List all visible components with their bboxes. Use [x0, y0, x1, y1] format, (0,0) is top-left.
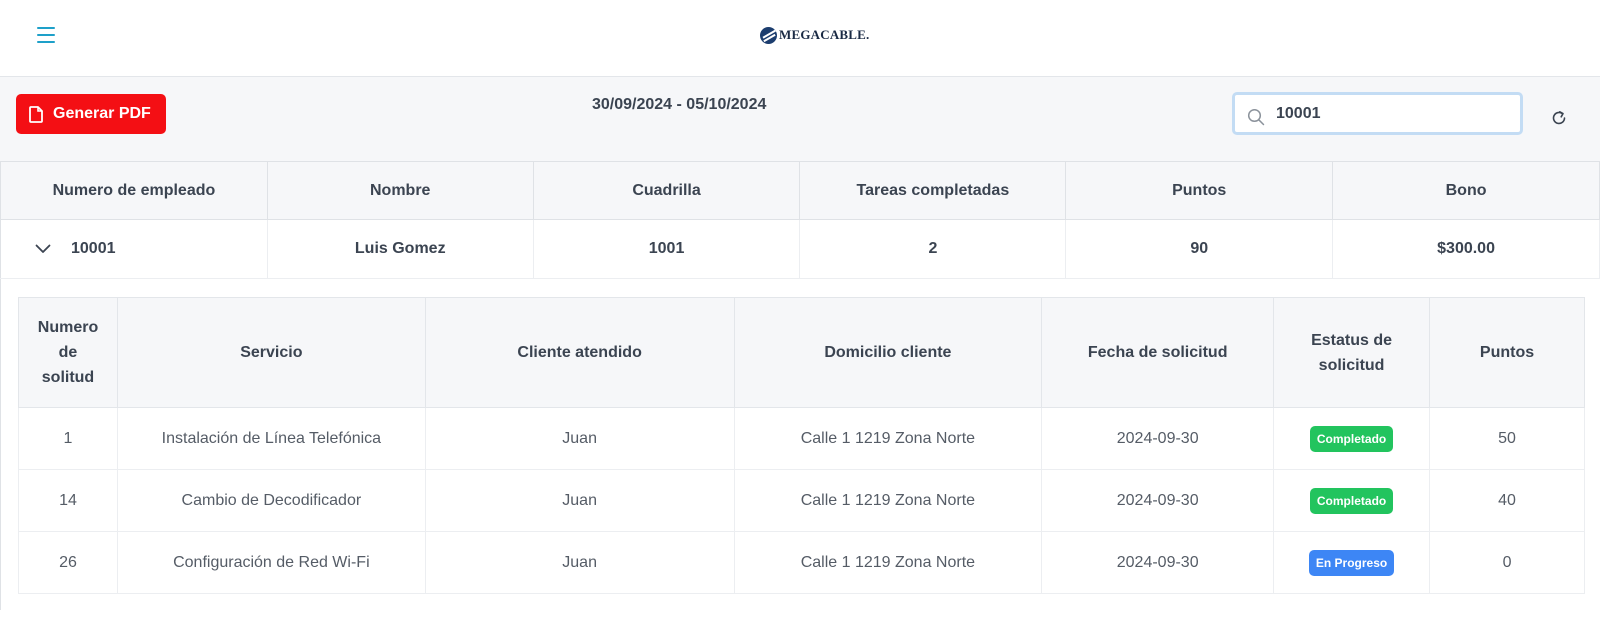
- column-header[interactable]: Fecha de solicitud: [1041, 297, 1275, 408]
- request-date: 2024-09-30: [1041, 407, 1275, 470]
- status-cell: Completado: [1273, 407, 1431, 470]
- crew-number: 1001: [533, 219, 801, 279]
- menu-line: [37, 27, 55, 30]
- hamburger-menu-icon[interactable]: [36, 25, 56, 45]
- requests-table: Numero de solitud Servicio Cliente atend…: [18, 297, 1585, 594]
- generate-pdf-label: Generar PDF: [53, 105, 151, 122]
- date-range: 30/09/2024 - 05/10/2024: [592, 96, 767, 113]
- employee-name: Luis Gomez: [267, 219, 534, 279]
- request-date: 2024-09-30: [1041, 531, 1275, 594]
- refresh-icon[interactable]: [1550, 109, 1568, 127]
- service: Cambio de Decodificador: [116, 469, 426, 532]
- search-box: [1232, 92, 1523, 135]
- column-header[interactable]: Domicilio cliente: [733, 297, 1043, 408]
- column-header[interactable]: Servicio: [116, 297, 426, 408]
- logo-globe-icon: [760, 26, 777, 44]
- toolbar: Generar PDF 30/09/2024 - 05/10/2024: [0, 77, 1600, 161]
- request-date: 2024-09-30: [1041, 469, 1275, 532]
- column-header[interactable]: Bono: [1332, 161, 1600, 220]
- status-badge: Completado: [1309, 425, 1394, 452]
- tasks-completed: 2: [799, 219, 1067, 279]
- file-icon: [29, 105, 43, 123]
- table-row[interactable]: 14 Cambio de Decodificador Juan Calle 1 …: [18, 469, 1585, 532]
- table-row[interactable]: 1 Instalación de Línea Telefónica Juan C…: [18, 407, 1585, 470]
- column-header[interactable]: Puntos: [1429, 297, 1585, 408]
- address: Calle 1 1219 Zona Norte: [733, 531, 1043, 594]
- chevron-down-icon[interactable]: [35, 244, 51, 254]
- address: Calle 1 1219 Zona Norte: [733, 469, 1043, 532]
- status-cell: Completado: [1273, 469, 1431, 532]
- bonus-amount: $300.00: [1332, 219, 1600, 279]
- column-header[interactable]: Cuadrilla: [532, 161, 801, 220]
- request-id: 1: [18, 407, 118, 470]
- status-badge: Completado: [1309, 487, 1394, 514]
- address: Calle 1 1219 Zona Norte: [733, 407, 1043, 470]
- employee-number: 10001: [71, 239, 116, 257]
- megacable-logo: MEGACABLE.: [760, 25, 869, 45]
- status-cell: En Progreso: [1273, 531, 1431, 594]
- client: Juan: [424, 407, 735, 470]
- menu-line: [37, 33, 55, 37]
- employee-number-cell: 10001: [0, 219, 268, 279]
- column-header[interactable]: Puntos: [1065, 161, 1334, 220]
- column-header[interactable]: Numero de empleado: [0, 161, 268, 220]
- logo-text: MEGACABLE.: [779, 27, 870, 42]
- request-id: 14: [18, 469, 118, 532]
- points: 40: [1429, 469, 1585, 532]
- column-header[interactable]: Numero de solitud: [18, 297, 118, 408]
- request-id: 26: [18, 531, 118, 594]
- expanded-details: Numero de solitud Servicio Cliente atend…: [0, 279, 1600, 610]
- search-input[interactable]: [1276, 103, 1506, 125]
- menu-line: [37, 40, 55, 43]
- column-header[interactable]: Cliente atendido: [424, 297, 735, 408]
- column-header[interactable]: Estatus de solicitud: [1273, 297, 1431, 408]
- search-icon: [1247, 108, 1265, 126]
- employee-table: Numero de empleado Nombre Cuadrilla Tare…: [0, 161, 1600, 279]
- column-header[interactable]: Nombre: [266, 161, 534, 220]
- requests-table-header: Numero de solitud Servicio Cliente atend…: [18, 297, 1585, 408]
- service: Configuración de Red Wi-Fi: [116, 531, 426, 594]
- employee-table-header: Numero de empleado Nombre Cuadrilla Tare…: [0, 161, 1600, 220]
- client: Juan: [424, 469, 735, 532]
- service: Instalación de Línea Telefónica: [116, 407, 426, 470]
- status-badge: En Progreso: [1308, 549, 1395, 576]
- client: Juan: [424, 531, 735, 594]
- points: 50: [1429, 407, 1585, 470]
- table-row[interactable]: 26 Configuración de Red Wi-Fi Juan Calle…: [18, 531, 1585, 594]
- points: 0: [1429, 531, 1585, 594]
- employee-row[interactable]: 10001 Luis Gomez 1001 2 90 $300.00: [0, 219, 1600, 279]
- generate-pdf-button[interactable]: Generar PDF: [16, 94, 166, 134]
- column-header[interactable]: Tareas completadas: [799, 161, 1067, 220]
- points-total: 90: [1065, 219, 1334, 279]
- top-bar: MEGACABLE.: [0, 0, 1600, 77]
